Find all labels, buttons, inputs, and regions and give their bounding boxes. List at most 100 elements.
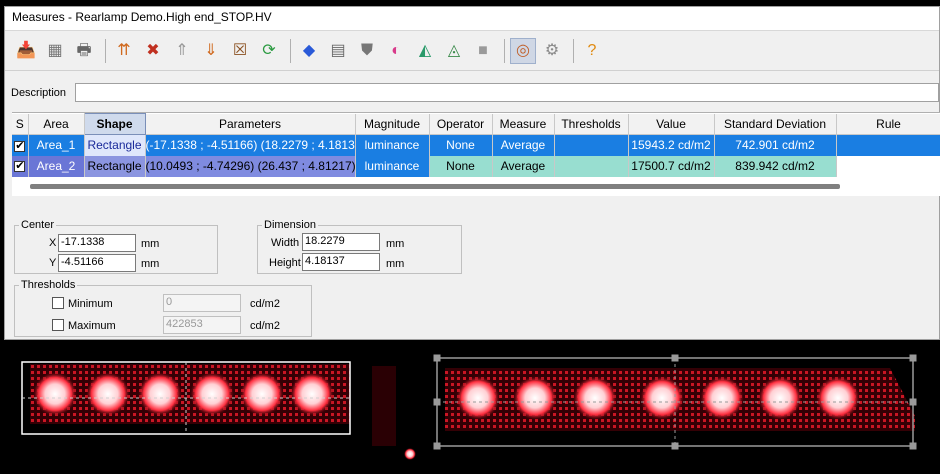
dimension-width-input[interactable]: 18.2279 [302,233,380,251]
print-icon: 🖶 [76,41,92,59]
color-wheel-icon: ◐ [391,41,401,59]
thresholds-legend: Thresholds [21,279,76,291]
rule-cell[interactable] [836,134,940,156]
magnitude-cell[interactable]: luminance [355,155,430,177]
parameters-cell[interactable]: (10.0493 ; -4.74296) (26.437 ; 4.81217) [145,155,356,177]
value-cell: 17500.7 cd/m2 [628,155,715,177]
add-area-button[interactable]: ⇈ [111,38,137,64]
stop-icon: ■ [478,41,488,59]
move-up-button[interactable]: ⇑ [169,38,195,64]
maximum-input[interactable]: 422853 [163,316,241,334]
grid-icon: ▦ [47,41,63,59]
delete-area-button[interactable]: ✖ [140,38,166,64]
dimension-width-label: Width [271,237,300,249]
minimum-input[interactable]: 0 [163,294,241,312]
grid-button[interactable]: ▦ [42,38,68,64]
col-header-standard-deviation[interactable]: Standard Deviation [714,113,837,135]
maximum-unit: cd/m2 [250,320,280,332]
center-y-label: Y [49,257,57,269]
refresh-button[interactable]: ⟳ [256,38,282,64]
color-gamut-button[interactable]: ◆ [296,38,322,64]
toolbar-separator [105,38,106,63]
center-x-input[interactable]: -17.1338 [58,234,136,252]
chart-icon: ▤ [330,41,346,59]
measures-window: Measures - Rearlamp Demo.High end_STOP.H… [4,6,940,340]
chart-button[interactable]: ▤ [325,38,351,64]
thresholds-cell[interactable] [554,155,629,177]
spectrum-icon: ◭ [418,41,432,59]
measure-cell[interactable]: Average [492,155,555,177]
stddev-cell: 742.901 cd/m2 [714,134,837,156]
side-light-spot [404,448,416,460]
import-button[interactable]: 📥 [13,38,39,64]
zoom-target-button[interactable]: ◎ [510,37,536,64]
stop-button[interactable]: ■ [470,38,496,64]
help-button[interactable]: ? [579,38,605,64]
toolbar-separator [573,38,574,63]
dimension-height-input[interactable]: 4.18137 [302,253,380,271]
minimum-checkbox[interactable] [52,297,64,309]
table-row[interactable]: Area_1 Rectangle (-17.1338 ; -4.51166) (… [12,134,940,156]
parameters-cell[interactable]: (-17.1338 ; -4.51166) (18.2279 ; 4.18137… [145,134,356,156]
spectrum-car-button[interactable]: ◬ [441,38,467,64]
area-cell[interactable]: Area_1 [28,134,85,156]
description-label: Description [11,87,67,99]
table-header: S Area Shape Parameters Magnitude Operat… [12,113,940,135]
spectrum-button[interactable]: ◭ [412,38,438,64]
move-down-button[interactable]: ⇓ [198,38,224,64]
color-wheel-button[interactable]: ◐ [383,38,409,64]
window-title: Measures - Rearlamp Demo.High end_STOP.H… [5,7,939,31]
col-header-area[interactable]: Area [28,113,85,135]
move-down-icon: ⇓ [204,41,218,59]
dimension-height-label: Height [269,257,301,269]
toolbar-separator [504,38,505,63]
center-legend: Center [21,219,55,231]
shield-button[interactable]: ⛊ [354,38,380,64]
dimension-width-unit: mm [386,238,405,250]
spectrum-car-icon: ◬ [447,41,461,59]
maximum-checkbox[interactable] [52,319,64,331]
dimension-legend: Dimension [264,219,316,231]
import-icon: 📥 [16,41,36,59]
row-checkbox[interactable] [14,139,26,152]
zoom-target-icon: ◎ [516,41,530,59]
measure-cell[interactable]: Average [492,134,555,156]
description-field[interactable] [75,83,939,102]
settings-gear-button[interactable]: ⚙ [539,38,565,64]
help-icon: ? [587,41,597,59]
col-header-s[interactable]: S [12,113,29,135]
print-button[interactable]: 🖶 [71,38,97,64]
rule-cell[interactable] [836,155,940,177]
side-light-streak [372,366,396,446]
magnitude-cell[interactable]: luminance [355,134,430,156]
thresholds-cell[interactable] [554,134,629,156]
row-checkbox[interactable] [14,159,26,173]
col-header-measure[interactable]: Measure [492,113,555,135]
minimum-label: Minimum [68,298,113,310]
col-header-magnitude[interactable]: Magnitude [355,113,430,135]
col-header-shape[interactable]: Shape [83,113,146,135]
luminance-image[interactable] [0,346,940,471]
col-header-operator[interactable]: Operator [429,113,493,135]
col-header-thresholds[interactable]: Thresholds [554,113,629,135]
col-header-value[interactable]: Value [628,113,715,135]
cancel-box-button[interactable]: ☒ [227,38,253,64]
col-header-parameters[interactable]: Parameters [145,113,356,135]
value-cell: 15943.2 cd/m2 [628,134,715,156]
dimension-height-unit: mm [386,258,405,270]
table-horizontal-scrollbar[interactable] [30,184,840,189]
table-row[interactable]: Area_2 Rectangle (10.0493 ; -4.74296) (2… [12,155,940,177]
col-header-rule[interactable]: Rule [836,113,940,135]
center-y-input[interactable]: -4.51166 [58,254,136,272]
operator-cell[interactable]: None [429,155,493,177]
shape-cell[interactable]: Rectangle [84,134,146,156]
luminance-image-viewer[interactable] [0,346,940,471]
operator-cell[interactable]: None [429,134,493,156]
area-cell[interactable]: Area_2 [28,155,85,177]
shape-cell[interactable]: Rectangle [84,155,146,177]
row-checkbox-cell[interactable] [12,155,29,177]
maximum-label: Maximum [68,320,116,332]
center-x-unit: mm [141,238,160,250]
row-checkbox-cell[interactable] [12,134,29,156]
center-y-unit: mm [141,258,160,270]
